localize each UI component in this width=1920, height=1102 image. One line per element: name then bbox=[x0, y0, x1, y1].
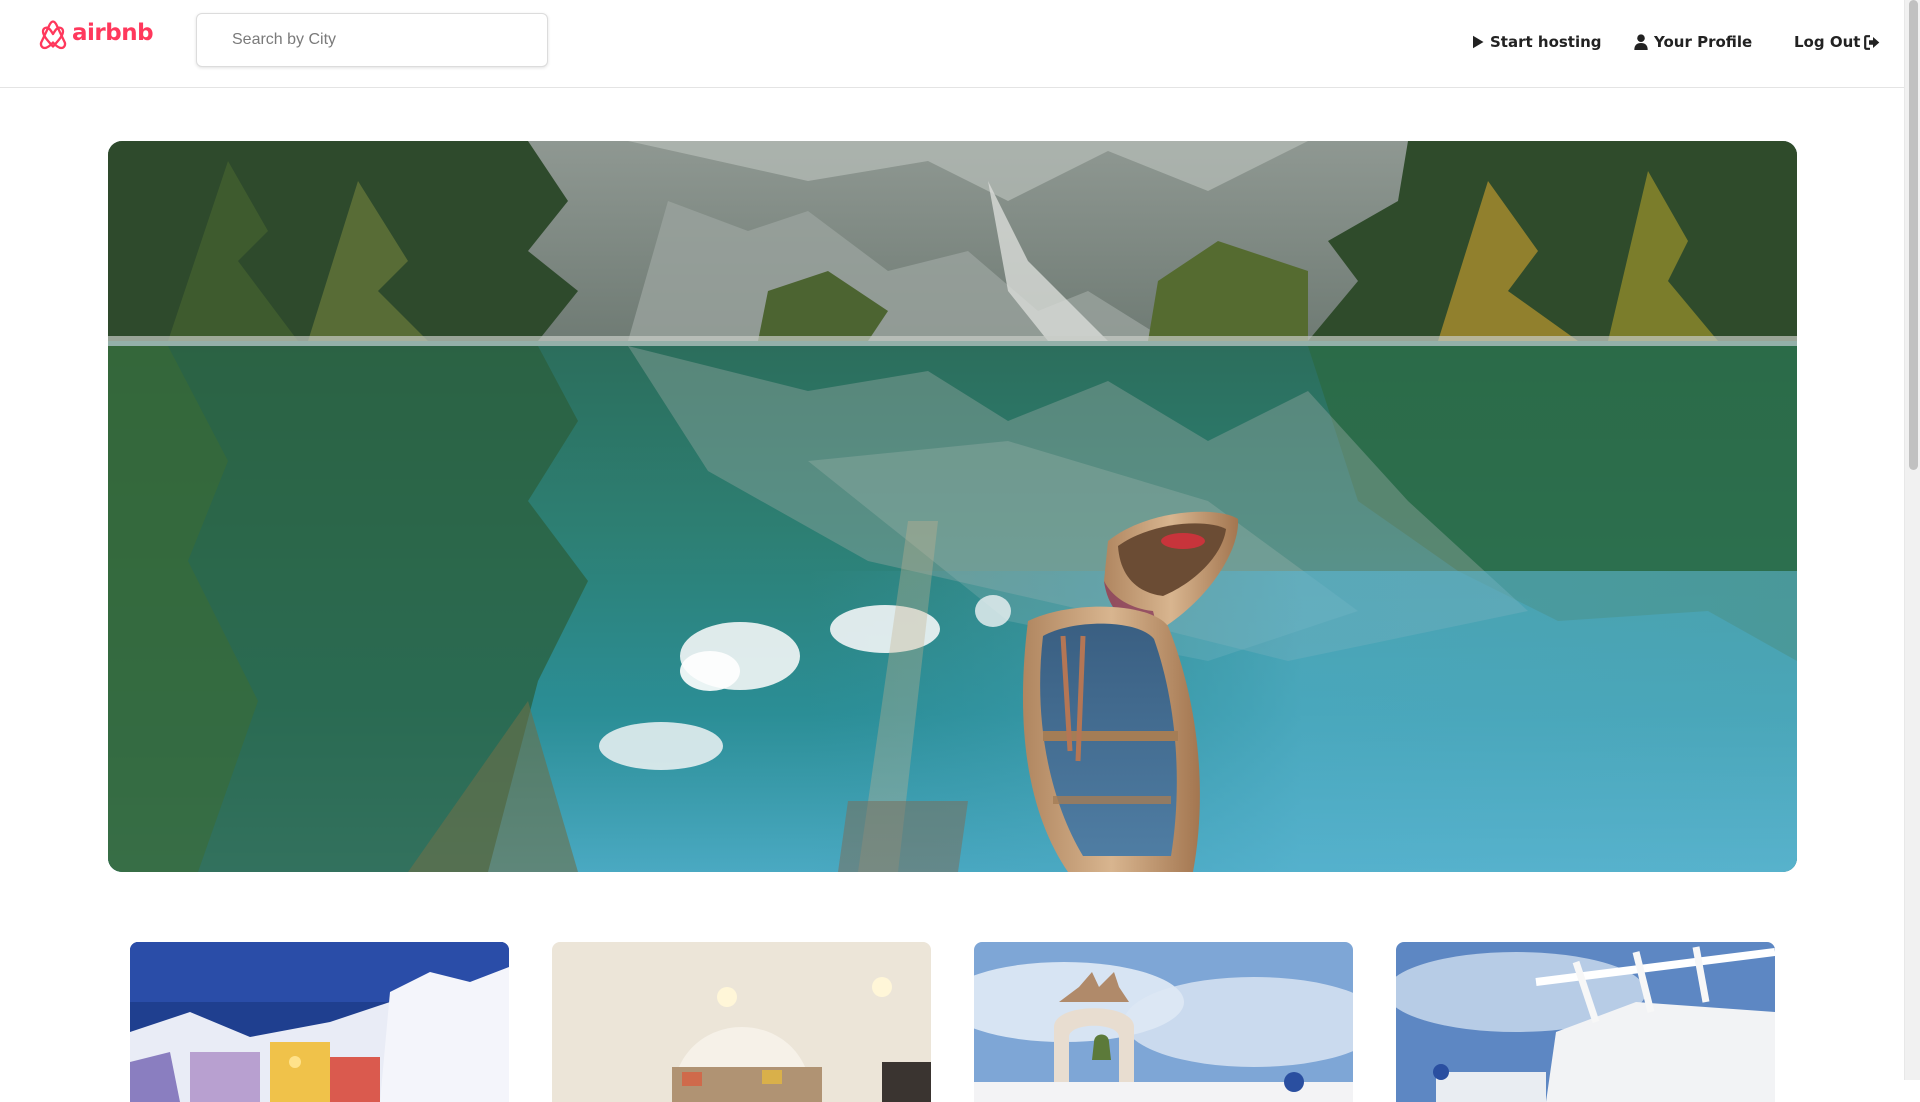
hero-image bbox=[108, 141, 1797, 872]
your-profile-link[interactable]: Your Profile bbox=[1634, 30, 1752, 54]
listing-image-santorini bbox=[130, 942, 509, 1102]
play-icon bbox=[1473, 35, 1484, 49]
hero-lake-illustration bbox=[108, 141, 1797, 872]
airbnb-logo[interactable]: airbnb bbox=[38, 18, 154, 52]
listing-image-cave-room bbox=[552, 942, 931, 1102]
your-profile-label: Your Profile bbox=[1654, 33, 1753, 51]
airbnb-logo-icon bbox=[39, 20, 67, 50]
listing-image-bell-tower bbox=[974, 942, 1353, 1102]
listing-card-2[interactable] bbox=[552, 942, 931, 1102]
search-city-input[interactable] bbox=[196, 13, 548, 67]
listing-card-1[interactable] bbox=[130, 942, 509, 1102]
boat-front bbox=[1022, 606, 1200, 872]
listing-card-3[interactable] bbox=[974, 942, 1353, 1102]
logo-wordmark: airbnb bbox=[72, 20, 154, 46]
start-hosting-link[interactable]: Start hosting bbox=[1472, 30, 1602, 54]
log-out-label: Log Out bbox=[1794, 33, 1861, 51]
sign-out-icon bbox=[1864, 34, 1880, 50]
listing-card-4[interactable] bbox=[1396, 942, 1775, 1102]
page-scrollbar[interactable] bbox=[1904, 0, 1920, 1080]
listing-image-pergola bbox=[1396, 942, 1775, 1102]
log-out-link[interactable]: Log Out bbox=[1794, 30, 1880, 54]
scrollbar-thumb[interactable] bbox=[1909, 0, 1918, 470]
user-icon bbox=[1634, 34, 1648, 50]
start-hosting-label: Start hosting bbox=[1490, 33, 1602, 51]
top-navbar: airbnb Start hosting Your Profile Log Ou… bbox=[0, 0, 1904, 88]
